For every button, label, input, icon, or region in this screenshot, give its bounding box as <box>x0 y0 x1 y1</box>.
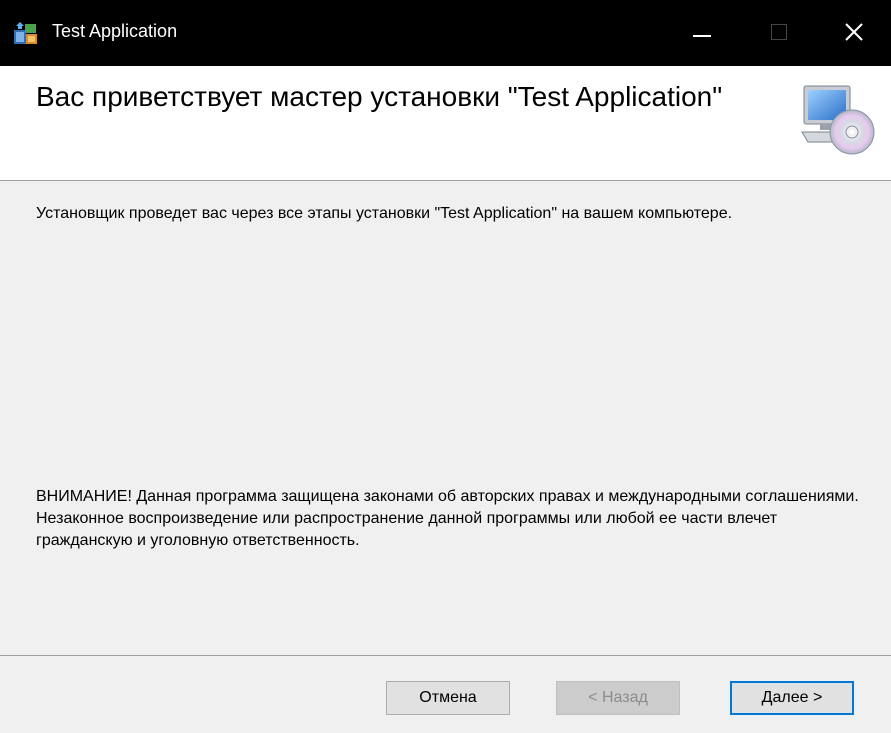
window-title: Test Application <box>52 21 178 41</box>
installer-icon <box>14 22 37 44</box>
header-banner: Вас приветствует мастер установки "Test … <box>0 66 891 181</box>
maximize-button[interactable] <box>744 0 818 66</box>
intro-text: Установщик проведет вас через все этапы … <box>36 205 733 222</box>
close-icon <box>845 23 863 41</box>
copyright-warning: ВНИМАНИЕ! Данная программа защищена зако… <box>36 488 859 549</box>
next-button[interactable]: Далее > <box>730 681 854 715</box>
button-bar: Отмена < Назад Далее > <box>0 656 891 733</box>
maximize-icon <box>771 24 787 40</box>
page-title: Вас приветствует мастер установки "Test … <box>36 81 723 112</box>
installer-window: Test Application Вас приветствует мастер… <box>0 0 891 733</box>
close-button[interactable] <box>817 0 891 66</box>
cancel-button[interactable]: Отмена <box>386 681 510 715</box>
computer-cd-icon <box>801 85 875 155</box>
minimize-button[interactable] <box>664 0 738 66</box>
back-button[interactable]: < Назад <box>556 681 680 715</box>
minimize-icon <box>693 35 711 37</box>
title-bar[interactable]: Test Application <box>0 0 891 66</box>
content-area: Установщик проведет вас через все этапы … <box>0 181 891 656</box>
